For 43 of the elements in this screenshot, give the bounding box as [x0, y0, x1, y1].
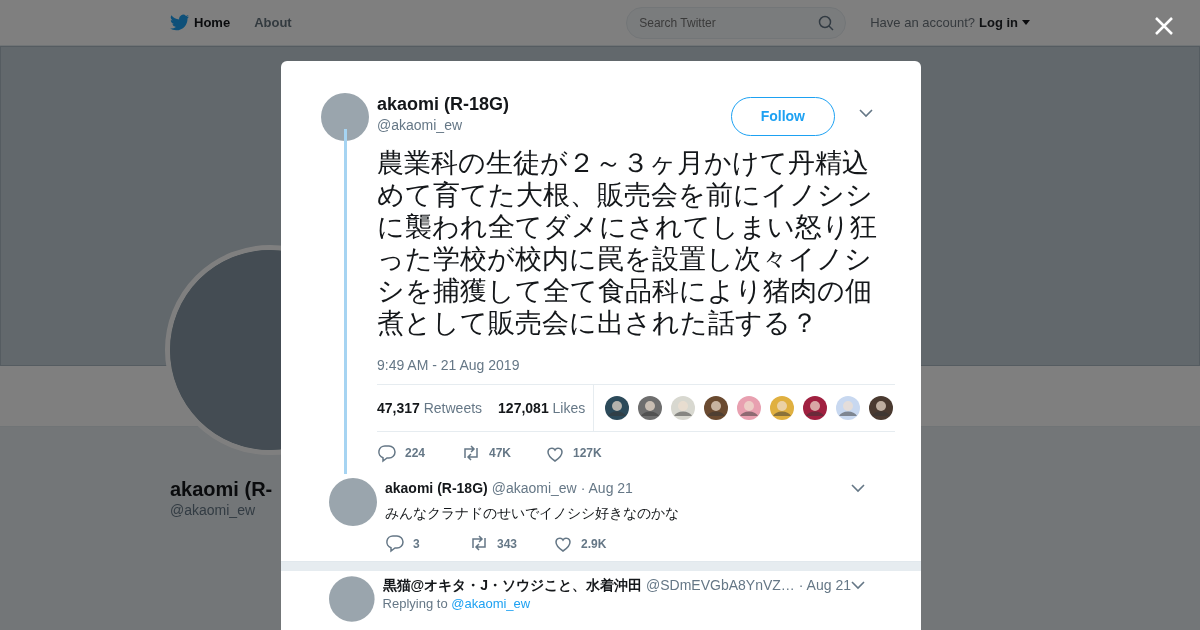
- follow-button[interactable]: Follow: [730, 97, 835, 136]
- author-name: akaomi (R-18G): [385, 479, 488, 498]
- likes-count: 127K: [573, 445, 602, 462]
- search-field[interactable]: Search Twitter: [626, 6, 847, 39]
- author-name: 黒猫@オキタ・J・ソウジこと、水着沖田: [382, 576, 643, 595]
- tweet-date: · Aug 21: [798, 576, 851, 595]
- reply-icon[interactable]: [377, 443, 397, 463]
- tweet-text: 農業科の生徒が２～３ヶ月かけて丹精込めて育てた大根、販売会を前にイノシシに襲われ全てダメにされてしまい怒り狂った学校が校内に罠を設置し次々イノシシを捕獲して全て食品科により猪肉の佃煮として販売会に出された話する？: [377, 147, 878, 339]
- replying-to-line: Replying to @akaomi_ew: [382, 596, 532, 612]
- nav-link[interactable]: Home: [170, 12, 231, 33]
- replies-count: 3: [413, 535, 420, 553]
- retweet-icon[interactable]: [461, 443, 481, 463]
- avatar-icon: [321, 93, 369, 141]
- reply-text: みんなクラナドのせいでイノシシ好きなのかな: [385, 504, 680, 523]
- tweet-timestamp: 9:49 AM - 21 Aug 2019: [377, 356, 521, 375]
- avatar-icon: [329, 575, 375, 623]
- retweet-stat[interactable]: 47,317 Retweets: [377, 397, 483, 419]
- retweets-count: 343: [497, 535, 518, 553]
- author-handle: @akaomi_ew: [491, 479, 577, 498]
- likes-count: 2.9K: [581, 535, 607, 553]
- author-handle: @akaomi_ew: [377, 116, 464, 135]
- avatar-icon: [329, 478, 377, 526]
- reply-icon[interactable]: [385, 534, 405, 553]
- author-name: akaomi (R-18G): [377, 93, 511, 115]
- chevron-down-icon[interactable]: [859, 109, 873, 118]
- retweets-count: 47K: [489, 445, 511, 462]
- bird-icon: [170, 14, 190, 31]
- mention-link[interactable]: @akaomi_ew: [451, 596, 531, 611]
- author-handle: @SDmEVGbA8YnVZ…: [646, 576, 795, 595]
- replies-count: 224: [405, 445, 426, 462]
- retweet-icon[interactable]: [469, 534, 489, 553]
- heart-icon[interactable]: [553, 534, 573, 553]
- chevron-down-icon[interactable]: [851, 581, 865, 590]
- search-icon[interactable]: [818, 14, 835, 31]
- account-prompt: Have an account?: [870, 13, 975, 32]
- likes-stat[interactable]: 127,081 Likes: [498, 397, 586, 419]
- tweet-date: · Aug 21: [580, 479, 633, 498]
- login-link[interactable]: Log in: [979, 12, 1030, 33]
- profile-name: akaomi (R-: [170, 477, 273, 502]
- nav-link[interactable]: About: [254, 12, 292, 33]
- caret-icon: [1022, 20, 1030, 25]
- profile-handle: @akaomi_ew: [170, 501, 256, 520]
- chevron-down-icon[interactable]: [851, 484, 865, 493]
